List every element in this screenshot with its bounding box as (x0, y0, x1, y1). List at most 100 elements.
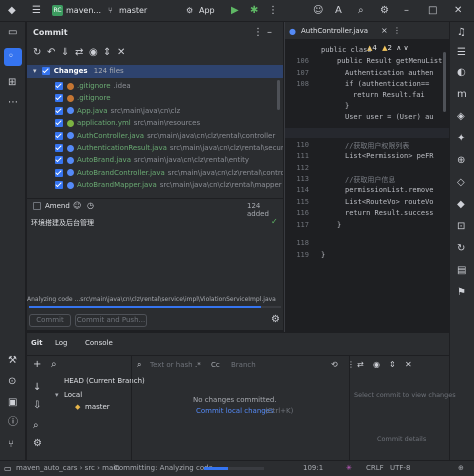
file-list-scrollbar[interactable] (277, 80, 280, 110)
notifications-icon[interactable]: ♫ (457, 28, 466, 38)
translate-icon[interactable]: A (335, 6, 342, 16)
file-row[interactable]: AuthenticationResult.java src\main\java\c… (55, 142, 283, 154)
project-badge[interactable]: RC (52, 5, 63, 16)
file-checkbox[interactable] (55, 156, 63, 165)
collapse-icon[interactable]: ✕ (405, 360, 412, 370)
terminal-icon[interactable]: ▣ (8, 398, 17, 408)
file-checkbox[interactable] (55, 168, 63, 177)
head-branch[interactable]: HEAD (Current Branch) (64, 377, 145, 385)
debug-icon[interactable]: ✱ (250, 6, 258, 16)
project-name[interactable]: maven... (66, 6, 101, 15)
maximize-icon[interactable]: □ (428, 6, 437, 16)
structure-icon[interactable]: ⊞ (8, 78, 16, 88)
file-checkbox[interactable] (55, 119, 63, 128)
file-row[interactable]: AutoBrandController.java src\main\java\cn… (55, 167, 283, 179)
clock-icon[interactable]: ◷ (87, 201, 94, 211)
editor-tab-authcontroller[interactable]: AuthController.java (301, 27, 368, 35)
commit-message-input[interactable]: 环境搭建及后台管理 (31, 218, 94, 228)
panel-options-icon[interactable]: ⋮ (253, 28, 263, 38)
file-row[interactable]: App.java src\main\java\cn\clz (55, 105, 180, 117)
tool-icon[interactable]: ⊡ (457, 222, 465, 232)
close-tab-icon[interactable]: × (381, 26, 388, 36)
file-row[interactable]: .gitignore .idea (55, 80, 131, 92)
expand-icon[interactable]: ⇕ (103, 48, 111, 58)
cherry-pick-icon[interactable]: ⟲ (331, 360, 338, 370)
branch-filter[interactable]: Branch (231, 361, 256, 369)
structure-view-icon[interactable]: ▤ (457, 266, 466, 276)
editor-scrollbar[interactable] (443, 52, 446, 112)
minimize-icon[interactable]: – (404, 6, 409, 16)
caret-position[interactable]: 109:1 (303, 464, 323, 472)
tab-menu-icon[interactable]: ⋮ (393, 26, 401, 36)
endpoints-icon[interactable]: ⊕ (457, 156, 465, 166)
tab-log[interactable]: Log (55, 339, 68, 347)
amend-checkbox[interactable] (33, 202, 41, 210)
close-icon[interactable]: ✕ (454, 6, 462, 16)
sync-icon[interactable]: ↻ (457, 244, 465, 254)
maven-icon[interactable]: m (457, 90, 467, 100)
plugin-status-icon[interactable]: ✳ (346, 464, 352, 472)
diff-icon[interactable]: ⇄ (357, 360, 364, 370)
settings-icon[interactable]: ⚙ (380, 6, 389, 16)
tab-git[interactable]: Git (31, 339, 43, 347)
branch-selector[interactable]: master (119, 6, 147, 15)
commit-button[interactable]: Commit (29, 314, 71, 327)
shelve-icon[interactable]: ⇓ (61, 48, 69, 58)
collapse-icon[interactable]: ✕ (117, 48, 125, 58)
code-lines[interactable]: public class 106 public Result getMenuList… (285, 43, 450, 283)
more-tools-icon[interactable]: ⋯ (8, 98, 18, 108)
database-icon[interactable]: ☰ (457, 48, 466, 58)
file-row[interactable]: application.yml src\main\resources (55, 117, 200, 129)
log-search-input[interactable]: Text or hash (150, 361, 193, 369)
run-config-selector[interactable]: App (199, 6, 215, 15)
branch-master[interactable]: master (85, 403, 110, 411)
ai-assistant-icon[interactable]: ✦ (457, 134, 465, 144)
tab-console[interactable]: Console (85, 339, 113, 347)
file-checkbox[interactable] (55, 181, 63, 190)
build-icon[interactable]: ⚒ (8, 356, 17, 366)
refresh-icon[interactable]: ↻ (33, 48, 41, 58)
file-checkbox[interactable] (55, 131, 63, 140)
changes-group-row[interactable]: ▾ Changes 124 files (27, 65, 283, 78)
file-row[interactable]: AuthController.java src\main\java\cn\clz\… (55, 130, 275, 142)
breadcrumb-item[interactable]: maven_auto_cars (16, 464, 77, 472)
changes-checkbox[interactable] (41, 67, 50, 75)
file-checkbox[interactable] (55, 82, 63, 90)
expand-icon[interactable]: ⇕ (389, 360, 396, 370)
file-checkbox[interactable] (55, 144, 63, 152)
file-row[interactable]: AutoBrandMapper.java src\main\java\cn\clz… (55, 179, 282, 191)
project-icon[interactable]: ▭ (8, 28, 17, 38)
bookmarks-icon[interactable]: ⚑ (457, 288, 466, 298)
chevron-down-icon[interactable]: ▾ (55, 391, 59, 399)
line-separator[interactable]: CRLF (366, 464, 384, 472)
breadcrumb-item[interactable]: src (85, 464, 95, 472)
fetch-icon[interactable]: ↓ (33, 383, 41, 393)
regex-toggle[interactable]: .* (195, 361, 201, 369)
user-icon[interactable]: ☺ (73, 201, 81, 211)
eye-icon[interactable]: ◉ (373, 360, 380, 370)
settings-icon[interactable]: ⚙ (33, 439, 42, 449)
lock-icon[interactable]: ⊕ (458, 464, 464, 472)
diff-icon[interactable]: ⇄ (75, 48, 83, 58)
more-actions-icon[interactable]: ⋮ (268, 6, 278, 16)
eye-icon[interactable]: ◉ (89, 48, 98, 58)
search-icon[interactable]: ⌕ (51, 360, 57, 370)
pull-icon[interactable]: ⇩ (33, 401, 41, 411)
local-branches-group[interactable]: Local (64, 391, 82, 399)
file-row[interactable]: AutoBrand.java src\main\java\cn\clz\renta… (55, 154, 249, 166)
background-task[interactable]: Committing: Analyzing code (114, 464, 213, 472)
commit-push-button[interactable]: Commit and Push... (75, 314, 147, 327)
problems-icon[interactable]: ⓘ (8, 418, 18, 428)
file-checkbox[interactable] (55, 94, 63, 103)
hide-panel-icon[interactable]: – (267, 28, 272, 38)
commit-local-link[interactable]: Commit local changes (196, 407, 274, 415)
git-icon[interactable]: ⑂ (8, 440, 14, 450)
file-row[interactable]: .gitignore (55, 92, 114, 104)
bean-icon[interactable]: ◆ (457, 200, 465, 210)
services-icon[interactable]: ⊙ (8, 377, 16, 387)
main-menu-icon[interactable]: ☰ (32, 6, 41, 16)
copilot-icon[interactable]: ◈ (457, 112, 465, 122)
search-icon[interactable]: ⌕ (33, 421, 39, 431)
search-icon[interactable]: ⌕ (358, 6, 364, 16)
commit-options-icon[interactable]: ⚙ (271, 315, 280, 325)
